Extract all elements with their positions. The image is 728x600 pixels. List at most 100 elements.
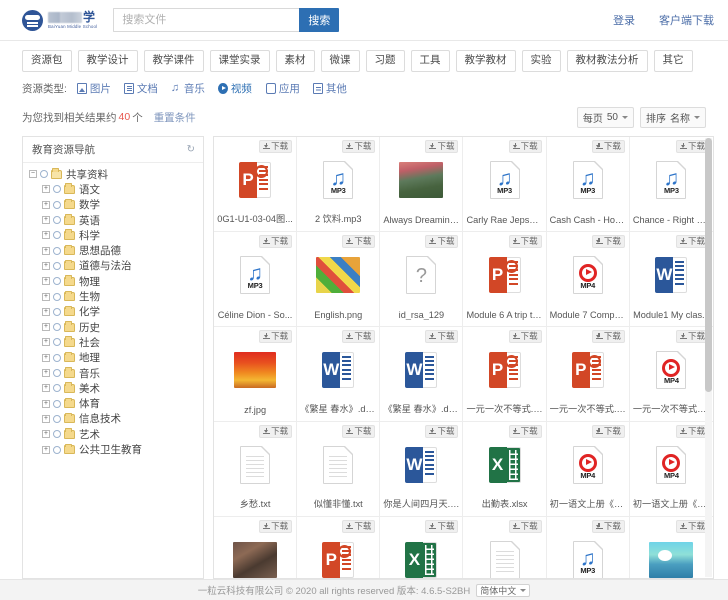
search-button[interactable]: 搜索 <box>299 8 340 32</box>
tree-node-17[interactable]: + 公共卫生教育 <box>29 442 203 457</box>
file-card[interactable]: 下载 English.png <box>297 231 381 327</box>
file-card[interactable]: 下载 X 出勤表.xlsx <box>463 421 547 517</box>
expand-toggle-icon[interactable]: + <box>42 200 50 209</box>
search-input[interactable] <box>113 8 300 32</box>
expand-toggle-icon[interactable]: + <box>42 185 50 194</box>
download-button[interactable]: 下载 <box>508 139 542 153</box>
category-tab-3[interactable]: 课堂实录 <box>209 50 270 72</box>
expand-toggle-icon[interactable]: + <box>42 323 50 332</box>
tree-node-4[interactable]: + 思想品德 <box>29 243 203 258</box>
type-filter-document[interactable]: 文档 <box>123 81 158 96</box>
refresh-icon[interactable]: ↻ <box>187 144 195 155</box>
download-button[interactable]: 下载 <box>591 519 625 533</box>
category-tab-7[interactable]: 工具 <box>410 50 450 72</box>
tree-radio[interactable] <box>53 445 61 454</box>
file-card[interactable]: 下载P岳阳楼记.pptx <box>297 516 381 578</box>
tree-radio[interactable] <box>53 216 61 225</box>
tree-radio[interactable] <box>53 307 61 316</box>
download-button[interactable]: 下载 <box>342 519 376 533</box>
category-tab-5[interactable]: 微课 <box>320 50 360 72</box>
download-button[interactable]: 下载 <box>508 234 542 248</box>
expand-toggle-icon[interactable]: + <box>42 231 50 240</box>
reset-filters-link[interactable]: 重置条件 <box>154 110 196 125</box>
download-button[interactable]: 下载 <box>425 139 459 153</box>
tree-radio[interactable] <box>53 384 61 393</box>
file-card[interactable]: 下载 ♫ MP3 Cash Cash - How... <box>546 136 630 232</box>
download-button[interactable]: 下载 <box>591 234 625 248</box>
file-card[interactable]: 下载 W 你是人间四月天.d... <box>380 421 464 517</box>
file-card[interactable]: 下载 MP4 初一语文上册《春... <box>546 421 630 517</box>
file-card[interactable]: 下载? id_rsa_129 <box>380 231 464 327</box>
file-card[interactable]: 下载 Always Dreaming... <box>380 136 464 232</box>
file-card[interactable]: 下载新建文档.txt <box>463 516 547 578</box>
login-link[interactable]: 登录 <box>613 12 635 28</box>
file-card[interactable]: 下载 W Module1 My clas... <box>629 231 713 327</box>
download-button[interactable]: 下载 <box>259 424 293 438</box>
tree-node-14[interactable]: + 体育 <box>29 396 203 411</box>
file-card[interactable]: 下载♫MP3遇见(引 Sha J... <box>546 516 630 578</box>
site-logo[interactable]: 学 BaiYuan Middle School <box>22 9 97 31</box>
tree-radio[interactable] <box>53 246 61 255</box>
file-card[interactable]: 下载 P Module 6 A trip to... <box>463 231 547 327</box>
file-card[interactable]: 下载 ♫ MP3 Céline Dion - So... <box>214 231 298 327</box>
grid-scrollbar[interactable] <box>705 137 712 577</box>
type-filter-app[interactable]: 应用 <box>265 81 300 96</box>
expand-toggle-icon[interactable]: + <box>42 261 50 270</box>
tree-radio[interactable] <box>53 185 61 194</box>
download-button[interactable]: 下载 <box>425 424 459 438</box>
download-button[interactable]: 下载 <box>591 329 625 343</box>
tree-node-7[interactable]: + 生物 <box>29 289 203 304</box>
category-tab-9[interactable]: 实验 <box>521 50 561 72</box>
tree-node-2[interactable]: + 英语 <box>29 212 203 227</box>
file-card[interactable]: 下载 ♫ MP3 2 饮料.mp3 <box>297 136 381 232</box>
tree-radio[interactable] <box>53 323 61 332</box>
file-card[interactable]: 下载 P 0G1-U1-03-04图... <box>214 136 298 232</box>
tree-node-3[interactable]: + 科学 <box>29 228 203 243</box>
tree-node-9[interactable]: + 历史 <box>29 320 203 335</box>
tree-radio[interactable] <box>53 399 61 408</box>
file-card[interactable]: 下载X成绩单.xlsx <box>380 516 464 578</box>
file-card[interactable]: 下载生物.png <box>629 516 713 578</box>
download-button[interactable]: 下载 <box>591 424 625 438</box>
tree-radio[interactable] <box>53 338 61 347</box>
expand-toggle-icon[interactable]: + <box>42 338 50 347</box>
expand-toggle-icon[interactable]: + <box>42 292 50 301</box>
tree-radio[interactable] <box>53 414 61 423</box>
expand-toggle-icon[interactable]: + <box>42 216 50 225</box>
file-card[interactable]: 下载 似懂非懂.txt <box>297 421 381 517</box>
download-button[interactable]: 下载 <box>342 424 376 438</box>
category-tab-8[interactable]: 教学教材 <box>455 50 516 72</box>
expand-toggle-icon[interactable]: + <box>42 277 50 286</box>
expand-toggle-icon[interactable]: + <box>42 384 50 393</box>
expand-toggle-icon[interactable]: + <box>42 353 50 362</box>
file-card[interactable]: 下载 ♫ MP3 Chance - Right W... <box>629 136 713 232</box>
expand-toggle-icon[interactable]: + <box>42 445 50 454</box>
file-card[interactable]: 下载 ♫ MP3 Carly Rae Jepsen... <box>463 136 547 232</box>
tree-node-15[interactable]: + 信息技术 <box>29 411 203 426</box>
file-card[interactable]: 下载 MP4 Module 7 Comput... <box>546 231 630 327</box>
tree-node-16[interactable]: + 艺术 <box>29 427 203 442</box>
file-card[interactable]: 下载 zf.jpg <box>214 326 298 422</box>
download-button[interactable]: 下载 <box>508 329 542 343</box>
tree-node-12[interactable]: + 音乐 <box>29 365 203 380</box>
tree-node-root[interactable]: − 共享资料 <box>29 167 203 182</box>
tree-node-10[interactable]: + 社会 <box>29 335 203 350</box>
type-filter-other[interactable]: 其他 <box>312 81 347 96</box>
expand-toggle-icon[interactable]: + <box>42 307 50 316</box>
tree-radio[interactable] <box>53 430 61 439</box>
expand-toggle-icon[interactable]: + <box>42 399 50 408</box>
download-button[interactable]: 下载 <box>259 139 293 153</box>
category-tab-6[interactable]: 习题 <box>365 50 405 72</box>
tree-radio[interactable] <box>53 369 61 378</box>
file-card[interactable]: 下载 MP4 初一语文上册《济... <box>629 421 713 517</box>
file-card[interactable]: 下载 W 《繁星 春水》.docx <box>297 326 381 422</box>
file-card[interactable]: 下载 MP4 一元一次不等式组... <box>629 326 713 422</box>
download-button[interactable]: 下载 <box>425 234 459 248</box>
type-filter-image[interactable]: 图片 <box>76 81 111 96</box>
category-tab-1[interactable]: 教学设计 <box>77 50 138 72</box>
client-download-link[interactable]: 客户端下载 <box>659 12 714 28</box>
download-button[interactable]: 下载 <box>425 329 459 343</box>
download-button[interactable]: 下载 <box>425 519 459 533</box>
download-button[interactable]: 下载 <box>591 139 625 153</box>
tree-node-11[interactable]: + 地理 <box>29 350 203 365</box>
